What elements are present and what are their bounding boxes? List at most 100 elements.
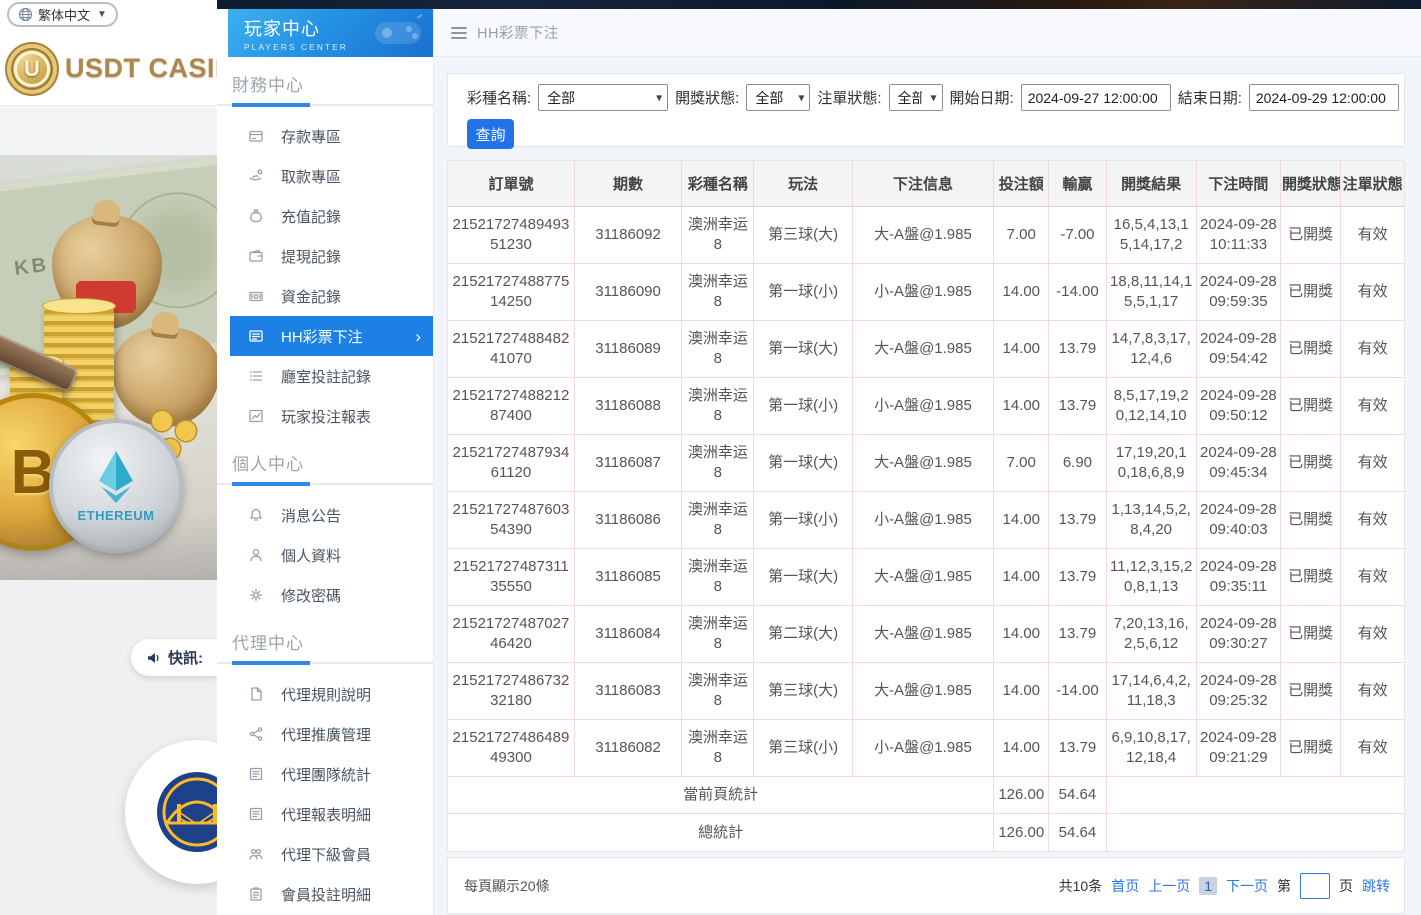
summary-label: 當前頁統計 (448, 776, 994, 813)
sidebar-item-提現記錄[interactable]: 提現記錄 (230, 236, 433, 276)
table-cell: 18,8,11,14,15,5,1,17 (1106, 263, 1196, 320)
chart-icon (248, 408, 264, 424)
ethereum-label: ETHEREUM (78, 508, 155, 523)
sidebar-item-存款專區[interactable]: 存款專區 (230, 116, 433, 156)
sidebar-item-代理推廣管理[interactable]: 代理推廣管理 (230, 714, 433, 754)
bets-table-panel: 訂單號期數彩種名稱玩法下注信息投注額輸贏開獎結果下注時間開獎狀態注單狀態 215… (447, 160, 1405, 852)
pagination-panel: 每頁顯示20條 共10条 首页 上一页 1 下一页 第 页 跳转 (447, 857, 1405, 914)
language-selector[interactable]: 繁体中文 ▼ (7, 2, 118, 27)
table-cell: 有效 (1341, 662, 1404, 719)
table-cell: 2152172748949351230 (448, 206, 574, 263)
table-cell: 2152172748848241070 (448, 320, 574, 377)
column-header: 投注額 (994, 161, 1049, 206)
sidebar-item-取款專區[interactable]: 取款專區 (230, 156, 433, 196)
table-cell: 14.00 (994, 548, 1049, 605)
order-status-select[interactable]: 全部 (889, 84, 943, 111)
table-cell: 澳洲幸运8 (682, 548, 754, 605)
table-cell: 有效 (1341, 548, 1404, 605)
table-cell: 有效 (1341, 605, 1404, 662)
coin-letter: U (14, 51, 50, 87)
table-cell: 2024-09-28 09:50:12 (1196, 377, 1280, 434)
table-cell: 大-A盤@1.985 (852, 605, 993, 662)
bell-icon (248, 507, 264, 523)
chevron-right-icon: › (415, 328, 421, 345)
table-cell: 第一球(小) (754, 491, 852, 548)
jump-button[interactable]: 跳转 (1362, 876, 1390, 896)
table-cell: 已開獎 (1281, 320, 1341, 377)
table-cell: 澳洲幸运8 (682, 263, 754, 320)
main-content: HH彩票下注 彩種名稱: 全部 開獎狀態: 全部 注單狀態: (434, 0, 1421, 915)
sidebar-item-充值記錄[interactable]: 充值記錄 (230, 196, 433, 236)
sidebar-item-label: 代理推廣管理 (281, 724, 371, 745)
table-cell: 13.79 (1049, 491, 1106, 548)
table-cell: 2152172748648949300 (448, 719, 574, 776)
sidebar-item-廳室投註記錄[interactable]: 廳室投註記錄 (230, 356, 433, 396)
sidebar-item-label: 取款專區 (281, 166, 341, 187)
sidebar-item-資金記錄[interactable]: 資金記錄 (230, 276, 433, 316)
table-row: 215217274894935123031186092澳洲幸运8第三球(大)大-… (448, 206, 1404, 263)
table-cell: 2152172748760354390 (448, 491, 574, 548)
table-cell: 13.79 (1049, 719, 1106, 776)
total-count-text: 共10条 (1059, 876, 1103, 896)
query-button[interactable]: 查詢 (467, 119, 514, 149)
sidebar-section-title: 財務中心 (232, 71, 433, 96)
page-jump-input[interactable] (1300, 873, 1330, 899)
table-cell: 小-A盤@1.985 (852, 263, 993, 320)
share-icon (248, 726, 264, 742)
sidebar-item-代理規則說明[interactable]: 代理規則說明 (230, 674, 433, 714)
prev-page-link[interactable]: 上一页 (1148, 876, 1190, 896)
ethereum-coin-graphic: ETHEREUM (49, 419, 183, 553)
summary-bet-total: 126.00 (994, 813, 1049, 851)
sidebar-item-修改密碼[interactable]: 修改密碼 (230, 575, 433, 615)
table-cell: 31186088 (574, 377, 681, 434)
table-cell: 已開獎 (1281, 434, 1341, 491)
users-icon (248, 846, 264, 862)
usdt-coin-icon: U (5, 42, 59, 96)
table-row: 215217274884824107031186089澳洲幸运8第一球(大)大-… (448, 320, 1404, 377)
draw-status-select-wrap: 全部 (746, 84, 810, 111)
table-cell: 澳洲幸运8 (682, 320, 754, 377)
page-size-text: 每頁顯示20條 (464, 876, 550, 896)
current-page-badge[interactable]: 1 (1199, 877, 1217, 895)
column-header: 開獎結果 (1106, 161, 1196, 206)
next-page-link[interactable]: 下一页 (1226, 876, 1268, 896)
clipboard-icon (248, 886, 264, 902)
start-date-input[interactable] (1021, 84, 1171, 111)
table-cell: 第三球(大) (754, 662, 852, 719)
draw-status-select[interactable]: 全部 (746, 84, 810, 111)
column-header: 下注信息 (852, 161, 993, 206)
table-cell: 第一球(小) (754, 377, 852, 434)
sidebar-item-代理下級會員[interactable]: 代理下級會員 (230, 834, 433, 874)
table-row: 215217274876035439031186086澳洲幸运8第一球(小)小-… (448, 491, 1404, 548)
table-row: 215217274879346112031186087澳洲幸运8第一球(大)大-… (448, 434, 1404, 491)
summary-row: 當前頁統計126.0054.64 (448, 776, 1404, 813)
sidebar-item-玩家投注報表[interactable]: 玩家投注報表 (230, 396, 433, 436)
table-cell: 澳洲幸运8 (682, 662, 754, 719)
sidebar-nav: 財務中心存款專區取款專區充值記錄提現記錄資金記錄 HH彩票下注›廳室投註記錄玩家投… (217, 71, 433, 915)
sidebar-item-消息公告[interactable]: 消息公告 (230, 495, 433, 535)
sidebar-item-個人資料[interactable]: 個人資料 (230, 535, 433, 575)
summary-label: 總統計 (448, 813, 994, 851)
column-header: 開獎狀態 (1281, 161, 1341, 206)
table-cell: 14.00 (994, 377, 1049, 434)
table-cell: 已開獎 (1281, 206, 1341, 263)
table-row: 215217274882128740031186088澳洲幸运8第一球(小)小-… (448, 377, 1404, 434)
sidebar-item-代理報表明細[interactable]: 代理報表明細 (230, 794, 433, 834)
speaker-icon (146, 650, 162, 666)
lottery-name-select[interactable]: 全部 (538, 84, 668, 111)
table-cell: 已開獎 (1281, 662, 1341, 719)
table-cell: 2024-09-28 09:59:35 (1196, 263, 1280, 320)
first-page-link[interactable]: 首页 (1111, 876, 1139, 896)
table-cell: 小-A盤@1.985 (852, 491, 993, 548)
sidebar-item-label: 資金記錄 (281, 286, 341, 307)
menu-toggle-icon[interactable] (451, 27, 467, 39)
end-date-input[interactable] (1249, 84, 1399, 111)
sidebar-menu-list: 代理規則說明代理推廣管理代理團隊統計代理報表明細代理下級會員會員投註明細會員交易… (217, 664, 433, 915)
sidebar-item-代理團隊統計[interactable]: 代理團隊統計 (230, 754, 433, 794)
sidebar-item-會員投註明細[interactable]: 會員投註明細 (230, 874, 433, 914)
table-cell: 大-A盤@1.985 (852, 206, 993, 263)
table-cell: 2024-09-28 09:54:42 (1196, 320, 1280, 377)
sidebar-item-HH彩票下注[interactable]: HH彩票下注› (230, 316, 433, 356)
table-cell: 7,20,13,16,2,5,6,12 (1106, 605, 1196, 662)
promo-money-image: KB 46279 B ETHEREUM (0, 155, 217, 580)
